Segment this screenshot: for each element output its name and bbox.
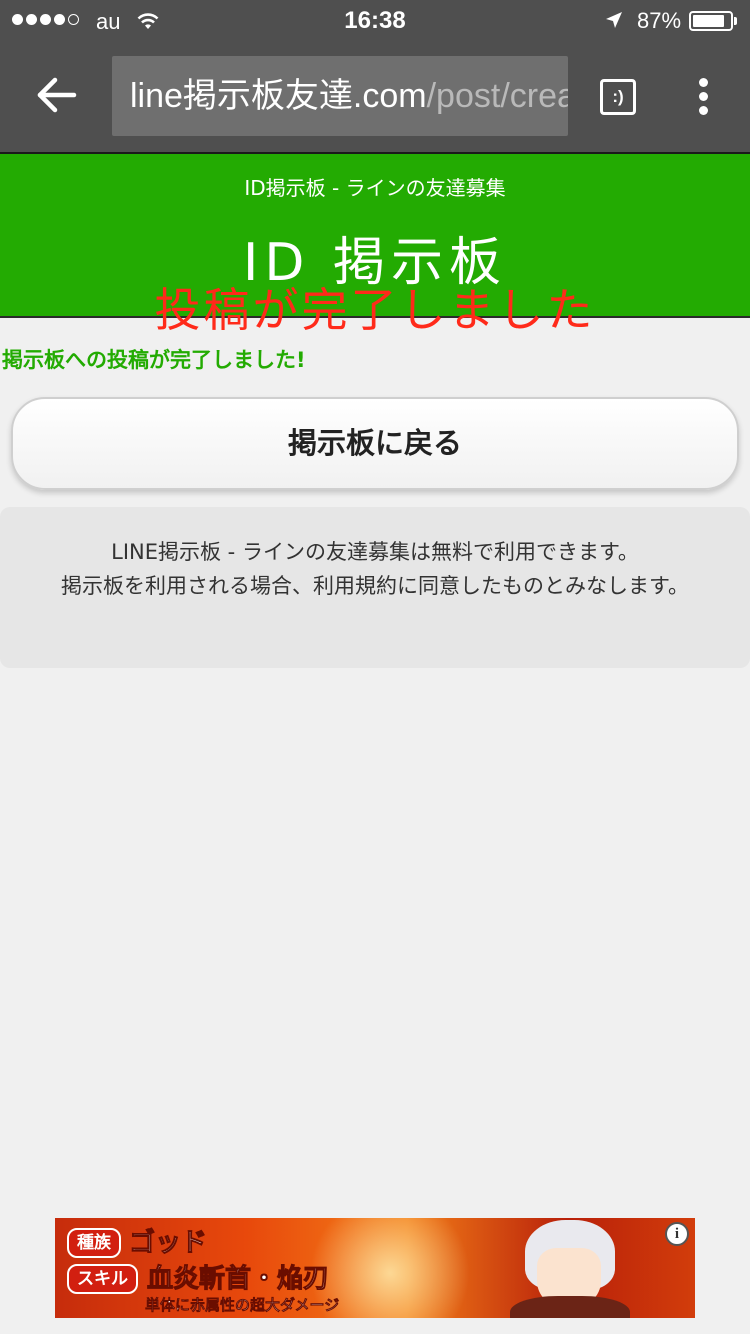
return-to-board-button[interactable]: 掲示板に戻る [11,397,739,490]
info-text-line: LINE掲示板 - ラインの友達募集は無料で利用できます。 [111,540,639,564]
success-notice: 掲示板への投稿が完了しました! [2,348,306,372]
overflow-menu-icon[interactable] [697,78,709,118]
status-bar: au 16:38 87% [0,0,750,42]
url-host: line掲示板友達.com [130,77,427,115]
url-path: /post/crea [426,77,568,115]
battery-fill [693,15,725,27]
location-arrow-icon [606,12,622,28]
battery-icon [689,11,733,31]
completion-overlay-text: 投稿が完了しました [154,283,596,337]
ad-banner[interactable]: 種族 ゴッド スキル 血炎斬首・焔刃 単体に赤属性の超大ダメージ i [55,1218,695,1318]
browser-toolbar: line掲示板友達.com/post/crea :) [0,42,750,152]
info-text-line: 掲示板を利用される場合、利用規約に同意したものとみなします。 [61,574,689,598]
info-box: LINE掲示板 - ラインの友達募集は無料で利用できます。 掲示板を利用される場… [0,507,750,668]
ad-skill-name: 血炎斬首・焔刃 [146,1264,330,1295]
ad-caption: 単体に赤属性の超大ダメージ [145,1296,340,1315]
battery-nub [734,17,737,25]
battery-percent: 87% [637,8,682,33]
address-bar[interactable]: line掲示板友達.com/post/crea [112,56,568,136]
ad-race-tag: 種族 [67,1228,121,1258]
back-arrow-icon[interactable] [36,74,78,116]
ad-skill-tag: スキル [67,1264,138,1294]
tab-switcher-icon[interactable]: :) [600,79,636,115]
site-subtitle: ID掲示板 - ラインの友達募集 [244,176,506,200]
ad-character-body [510,1296,630,1318]
ad-race-value: ゴッド [128,1228,208,1259]
ad-info-icon[interactable]: i [665,1222,689,1246]
